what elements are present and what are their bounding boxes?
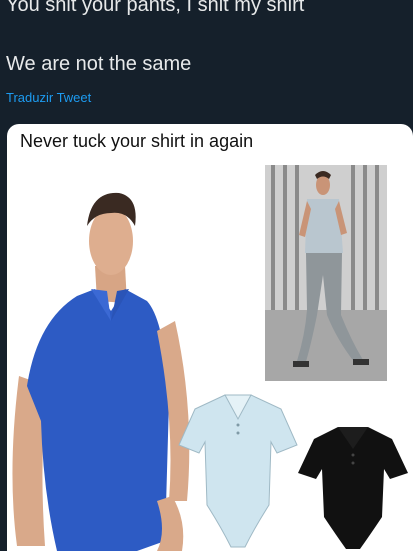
light-blue-bodysuit-product	[178, 394, 298, 548]
man-grey-polo-photo	[265, 165, 387, 381]
meme-caption: Never tuck your shirt in again	[20, 131, 254, 151]
black-bodysuit-product	[298, 427, 408, 549]
tweet-text-line-2: We are not the same	[6, 53, 192, 75]
translate-tweet-link[interactable]: Traduzir Tweet	[6, 90, 91, 105]
man-blue-bodysuit-photo	[12, 192, 190, 551]
tweet-media-image[interactable]: Never tuck your shirt in again	[7, 124, 413, 551]
tweet-text-line-1: You shit your pants, I shit my shirt	[6, 0, 305, 16]
